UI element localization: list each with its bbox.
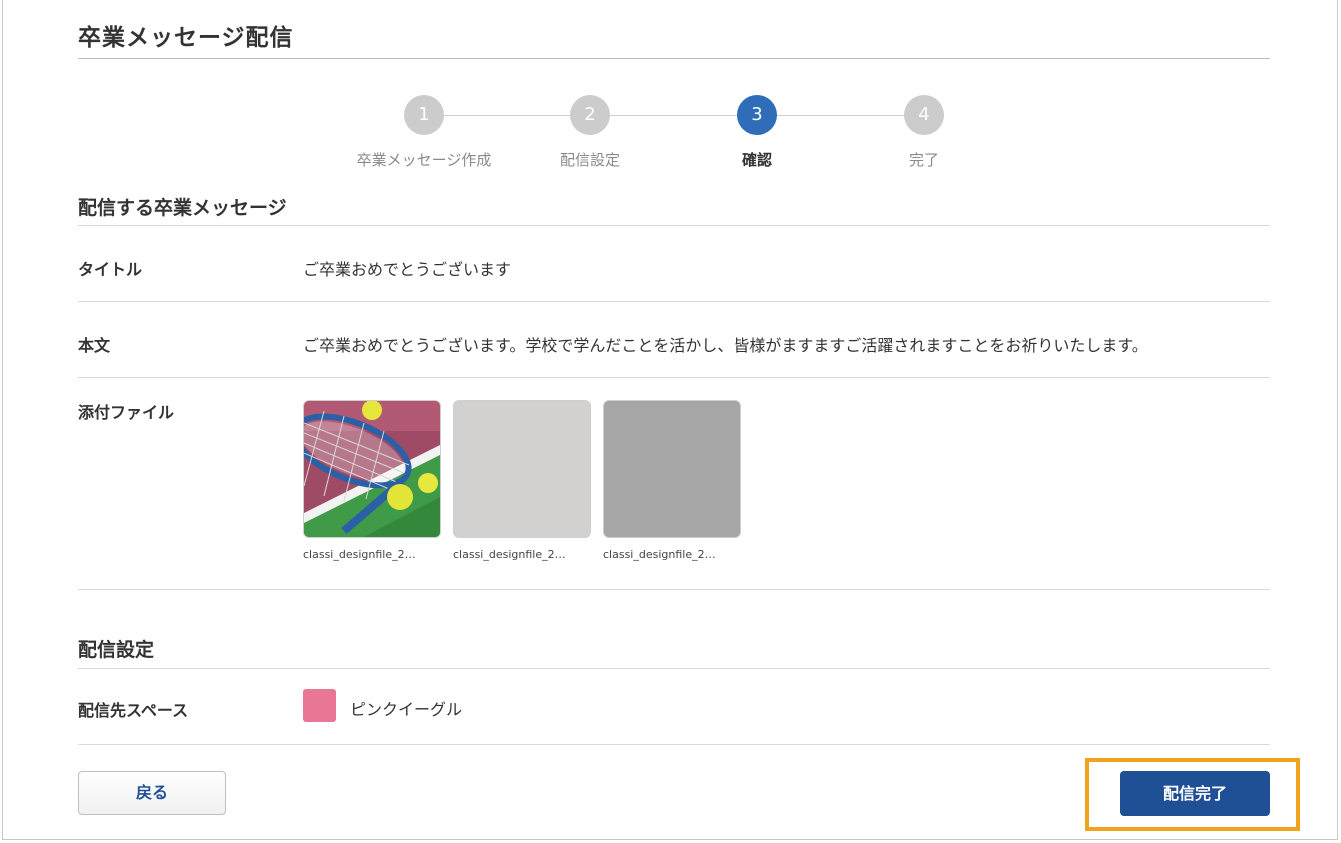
step-4-label: 完了 [908, 151, 939, 169]
back-button[interactable]: 戻る [78, 771, 226, 815]
attachment-item[interactable]: classi_designfile_2… [453, 400, 591, 561]
step-2: 2 配信設定 [510, 95, 670, 170]
delivery-space-name: ピンクイーグル [350, 700, 463, 719]
attachment-filename: classi_designfile_2… [303, 548, 416, 561]
step-4: 4 完了 [844, 95, 1004, 170]
divider [78, 377, 1270, 378]
attachment-thumbnail-placeholder[interactable] [453, 400, 591, 538]
step-4-circle: 4 [904, 95, 944, 135]
delivery-section-heading: 配信設定 [78, 639, 155, 661]
attachment-item[interactable]: classi_designfile_2… [603, 400, 741, 561]
divider [78, 301, 1270, 302]
divider [78, 589, 1270, 590]
divider [78, 225, 1270, 226]
body-label: 本文 [78, 336, 111, 355]
step-2-label: 配信設定 [559, 151, 620, 169]
attachment-thumbnail-tennis[interactable] [303, 400, 441, 538]
step-3: 3 確認 [677, 95, 837, 170]
step-1: 1 卒業メッセージ作成 [344, 95, 504, 170]
delivery-space-label: 配信先スペース [78, 701, 189, 720]
step-3-label: 確認 [741, 151, 772, 169]
step-2-circle: 2 [570, 95, 610, 135]
page-title: 卒業メッセージ配信 [78, 25, 294, 51]
tennis-photo-image [304, 401, 440, 537]
divider [78, 744, 1270, 745]
step-1-circle: 1 [404, 95, 444, 135]
space-color-swatch [303, 689, 336, 722]
body-value: ご卒業おめでとうございます。学校で学んだことを活かし、皆様がますますご活躍されま… [303, 336, 1148, 355]
progress-stepper: 1 卒業メッセージ作成 2 配信設定 3 確認 4 完了 [78, 95, 1270, 175]
attachment-thumbnail-placeholder[interactable] [603, 400, 741, 538]
attachment-filename: classi_designfile_2… [603, 548, 716, 561]
complete-delivery-button[interactable]: 配信完了 [1120, 771, 1270, 816]
message-section-heading: 配信する卒業メッセージ [78, 197, 287, 219]
step-1-label: 卒業メッセージ作成 [356, 151, 492, 169]
attachment-item[interactable]: classi_designfile_2… [303, 400, 441, 561]
title-divider [78, 58, 1270, 59]
step-3-circle: 3 [737, 95, 777, 135]
attachment-filename: classi_designfile_2… [453, 548, 566, 561]
title-label: タイトル [78, 260, 143, 279]
title-value: ご卒業おめでとうございます [303, 260, 512, 279]
main-panel: 卒業メッセージ配信 1 卒業メッセージ作成 2 配信設定 3 確認 4 完了 配… [2, 0, 1338, 840]
attachments-label: 添付ファイル [78, 403, 175, 422]
divider [78, 668, 1270, 669]
